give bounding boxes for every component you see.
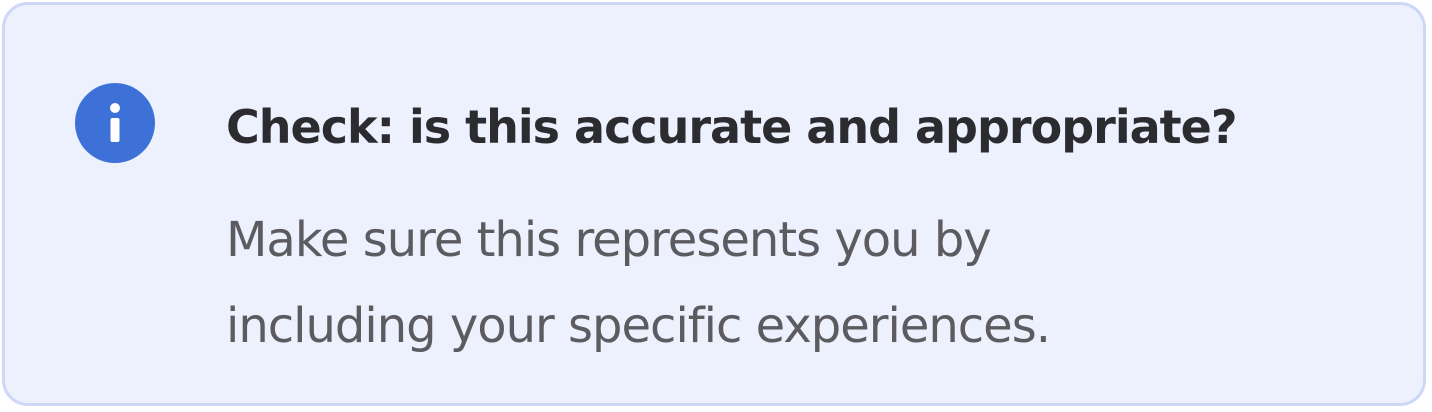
- notice-body-line: including your specific experiences.: [226, 298, 1051, 354]
- notice-body: Make sure this represents you by includi…: [226, 197, 1226, 369]
- notice-body-line: Make sure this represents you by: [226, 212, 992, 268]
- notice-title: Check: is this accurate and appropriate?: [226, 100, 1237, 154]
- info-icon: [75, 83, 155, 163]
- info-notice-card: Check: is this accurate and appropriate?…: [2, 2, 1426, 406]
